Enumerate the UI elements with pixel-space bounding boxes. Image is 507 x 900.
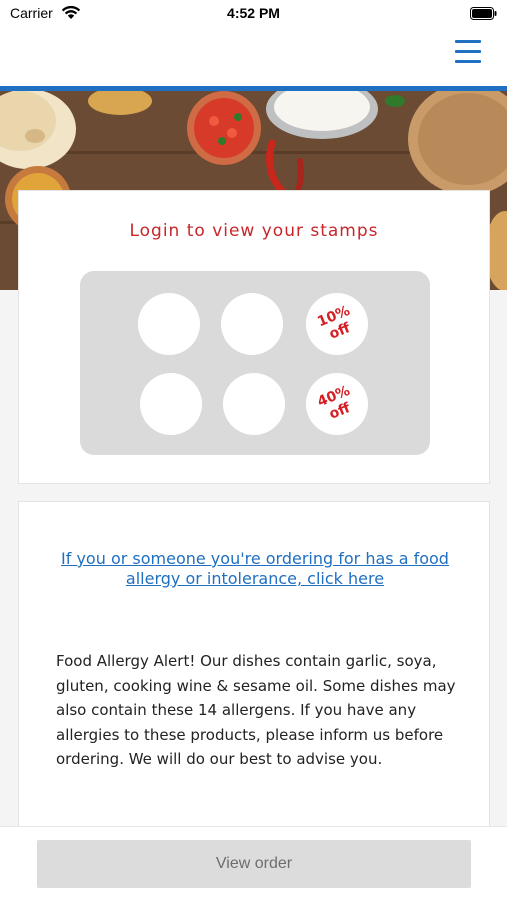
nav-bar	[0, 28, 507, 86]
view-order-button[interactable]: View order	[37, 840, 471, 888]
battery-icon	[470, 7, 497, 20]
stamp-card: Login to view your stamps 10% off 40% of…	[18, 190, 490, 484]
reward-stamp-10-off: 10% off	[306, 293, 368, 355]
stamp-grid: 10% off 40% off	[80, 271, 430, 455]
bottom-bar: View order	[0, 826, 507, 900]
empty-stamp	[223, 373, 285, 435]
clock-time: 4:52 PM	[227, 5, 280, 21]
login-stamps-prompt[interactable]: Login to view your stamps	[19, 221, 489, 241]
empty-stamp	[221, 293, 283, 355]
allergy-alert-text: Food Allergy Alert! Our dishes contain g…	[56, 652, 456, 768]
status-bar: Carrier 4:52 PM	[0, 0, 507, 28]
allergy-card: If you or someone you're ordering for ha…	[18, 501, 490, 841]
empty-stamp	[140, 373, 202, 435]
hamburger-menu-icon[interactable]	[455, 40, 483, 64]
allergy-info-link[interactable]: If you or someone you're ordering for ha…	[41, 549, 469, 589]
empty-stamp	[138, 293, 200, 355]
reward-stamp-40-off: 40% off	[306, 373, 368, 435]
